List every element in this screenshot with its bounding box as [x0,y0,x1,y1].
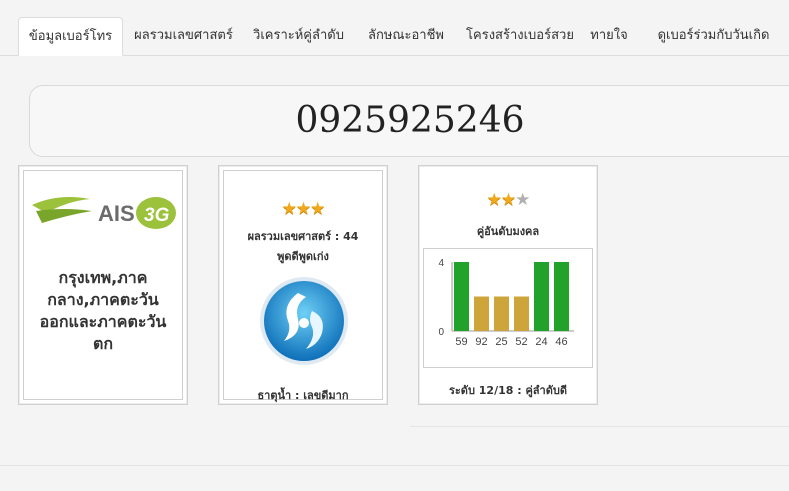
ais-logo-text: AIS [98,201,135,226]
tab-bar: ข้อมูลเบอร์โทร ผลรวมเลขศาสตร์ วิเคราะห์ค… [0,0,789,56]
pair-level: ระดับ 12/18 : คู่ลำดับดี [448,384,567,397]
tab-pair-analysis[interactable]: วิเคราะห์คู่ลำดับ [246,17,351,54]
tab-number-structure[interactable]: โครงสร้างเบอร์สวย [461,17,579,54]
y-tick-label: 0 [438,327,444,338]
numerology-card: ★★★ ผลรวมเลขศาสตร์ : 44 พูดดีพูดเก่ง ธาต… [218,165,388,405]
divider [410,426,789,427]
tab-numerology-sum[interactable]: ผลรวมเลขศาสตร์ [126,17,241,54]
x-tick-label: 46 [555,336,567,348]
tab-career[interactable]: ลักษณะอาชีพ [356,17,456,54]
bar-46 [554,262,569,331]
star-icon: ★ [500,190,516,210]
bar-52 [514,296,529,331]
phone-number-panel: 0925925246 [29,85,789,157]
star-icon: ★ [295,199,311,219]
pair-analysis-card: ★★★ คู่อันดับมงคล 4 0 59 92 25 52 24 46 ระดับ 1… [418,165,598,405]
footer-divider [0,465,789,466]
coverage-region: กรุงเทพ,ภาค กลาง,ภาคตะวัน ออกและภาคตะวัน… [39,268,167,353]
pair-title: คู่อันดับมงคล [476,225,540,238]
pair-bar-chart: 4 0 59 92 25 52 24 46 [438,258,574,348]
tab-phone-info[interactable]: ข้อมูลเบอร์โทร [18,17,123,56]
x-tick-label: 92 [475,336,487,348]
phone-number: 0925925246 [295,100,525,141]
tab-birthday[interactable]: ดูเบอร์ร่วมกับวันเกิด [646,17,781,54]
pair-chart-frame: 4 0 59 92 25 52 24 46 [423,248,593,368]
y-tick-label: 4 [438,258,444,269]
ais-logo-icon: AIS 3G [32,197,176,229]
star-icon: ★ [281,199,297,219]
star-icon: ★ [310,199,325,219]
tab-mind-reading[interactable]: ทายใจ [584,17,634,54]
x-tick-label: 52 [515,336,527,348]
numerology-sum: ผลรวมเลขศาสตร์ : 44 [247,230,359,243]
x-tick-label: 59 [455,336,467,348]
x-tick-label: 24 [535,336,547,348]
bar-25 [494,296,509,331]
operator-card: AIS 3G กรุงเทพ,ภาค กลาง,ภาคตะวัน ออกและภ… [18,165,188,405]
numerology-rating: ★★★ [224,199,382,219]
3g-badge-text: 3G [144,205,170,226]
bar-92 [474,296,489,331]
star-empty-icon: ★ [515,190,530,210]
bar-59 [454,262,469,331]
star-icon: ★ [486,190,502,210]
element-label: ธาตุน้ำ : เลขดีมาก [257,389,349,402]
numerology-trait: พูดดีพูดเก่ง [277,250,329,263]
pair-rating: ★★★ [419,190,597,210]
bar-24 [534,262,549,331]
x-tick-label: 25 [495,336,507,348]
water-element-icon [260,277,348,365]
